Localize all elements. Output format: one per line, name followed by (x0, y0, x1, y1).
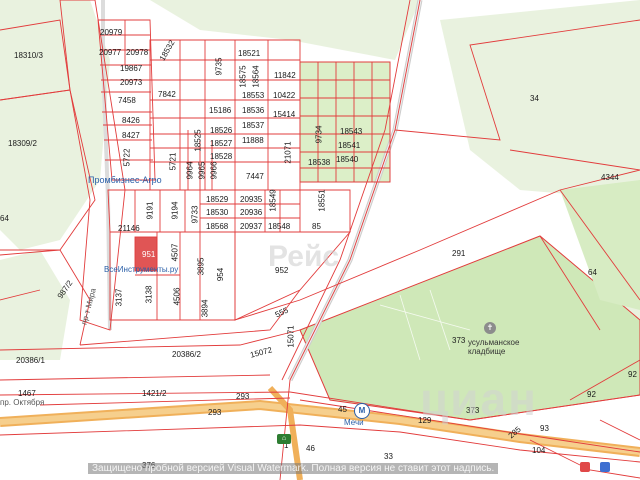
parcel-label: 7447 (246, 172, 264, 181)
parcel-label: 18540 (336, 155, 359, 164)
parcel-label: 9191 (145, 201, 155, 220)
parcel-label: 18538 (308, 158, 331, 167)
parcel-label: 20973 (120, 78, 143, 87)
parcel-label: 7842 (158, 90, 176, 99)
parcel-label: 92 (628, 370, 637, 379)
parcel-label: 1467 (18, 389, 36, 398)
parcel-label: 18549 (268, 189, 278, 212)
parcel-label: 104 (532, 446, 546, 455)
place-label-metro[interactable]: Мечи (344, 418, 364, 427)
parcel-label: 18564 (251, 65, 261, 88)
parcel-label: 34 (530, 94, 539, 103)
parcel-label: 4344 (601, 173, 619, 182)
watermark-footer: Защищено пробной версией Visual Watermar… (88, 463, 499, 474)
parcel-label: 18568 (206, 222, 229, 231)
place-label-cemetery[interactable]: усульманское кладбище (468, 338, 519, 356)
parcel-label: 20978 (126, 48, 149, 57)
parcel-label: 1421/2 (142, 389, 167, 398)
parcel-label: 20936 (240, 208, 263, 217)
parcel-label: 20977 (99, 48, 122, 57)
parcel-label: 4507 (170, 243, 180, 262)
parcel-label: 46 (306, 444, 315, 453)
parcel-label: 18543 (340, 127, 363, 136)
parcel-label: 951 (142, 250, 156, 259)
parcel-label: 20935 (240, 195, 263, 204)
parcel-label: 18528 (210, 152, 233, 161)
parcel-label: 10422 (273, 91, 296, 100)
watermark-big: циан (420, 373, 538, 425)
parcel-label: 4506 (172, 287, 182, 306)
parcel-label: 18536 (242, 106, 265, 115)
parcel-label: 3894 (200, 299, 210, 318)
parcel-label: 9735 (214, 57, 224, 76)
parcel-label: 5722 (122, 148, 132, 167)
parcel-label: 9733 (190, 205, 200, 224)
parcel-label: 3137 (114, 288, 124, 307)
parcel-label: 18529 (206, 195, 229, 204)
bus-stop-icon[interactable]: ⌂ (277, 434, 291, 444)
parcel-label: 954 (216, 267, 226, 282)
parcel-label: 293 (236, 392, 250, 401)
parcel-label: 291 (452, 249, 466, 258)
street-label-bottom: пр. Октября (0, 398, 45, 407)
parcel-label: 18527 (210, 139, 233, 148)
parcel-label: 20386/1 (16, 356, 45, 365)
parcel-label: 19867 (120, 64, 143, 73)
parcel-label: 15186 (209, 106, 232, 115)
parcel-label: 92 (587, 390, 596, 399)
parcel-label: 33 (384, 452, 393, 461)
red-marker-icon[interactable] (580, 462, 590, 472)
place-label-store[interactable]: ВсеИнструменты.ру (104, 265, 178, 274)
place-label-agro[interactable]: Промбизнес-Агро (88, 176, 162, 185)
parcel-label: 18537 (242, 121, 265, 130)
parcel-label: 18310/3 (14, 51, 43, 60)
parcel-label: 18575 (238, 65, 248, 88)
parcel-label: 20937 (240, 222, 263, 231)
parcel-label: 45 (338, 405, 347, 414)
metro-icon[interactable]: М (354, 403, 370, 419)
parcel-label: 9194 (170, 201, 180, 220)
parcel-label: 18548 (268, 222, 291, 231)
parcel-label: 9734 (314, 125, 324, 144)
parcel-label: 3138 (144, 285, 154, 304)
parcel-label: 3895 (196, 257, 206, 276)
parcel-label: 18309/2 (8, 139, 37, 148)
parcel-label: 15414 (273, 110, 296, 119)
parcel-label: 9966 (209, 161, 219, 180)
parcel-label: 18551 (317, 189, 327, 212)
parcel-label: 64 (588, 268, 597, 277)
parcel-label: 18530 (206, 208, 229, 217)
parcel-label: 18521 (238, 49, 261, 58)
parcel-label: 5721 (168, 152, 178, 171)
parcel-label: 15071 (286, 325, 296, 348)
parcel-label: 93 (540, 424, 549, 433)
parcel-label: 373 (452, 336, 466, 345)
parcel-label: 9964 (185, 161, 195, 180)
parcel-label: 18553 (242, 91, 265, 100)
parcel-label: 18541 (338, 141, 361, 150)
cemetery-pin-icon[interactable]: ✝ (484, 322, 496, 334)
parcel-label: 64 (0, 214, 9, 223)
parcel-label: 8426 (122, 116, 140, 125)
parcel-label: 11842 (274, 71, 296, 80)
parcel-label: 7458 (118, 96, 136, 105)
parcel-label: 18525 (193, 129, 203, 152)
watermark-mid: Рейс (268, 240, 340, 273)
parcel-label: 20386/2 (172, 350, 201, 359)
parcel-label: 9965 (197, 161, 207, 180)
parcel-label: 11888 (242, 136, 264, 145)
parcel-label: 21071 (283, 141, 293, 164)
parcel-label: 8427 (122, 131, 140, 140)
parcel-label: 18526 (210, 126, 233, 135)
parcel-label: 21146 (118, 224, 140, 233)
parcel-label: 20979 (100, 28, 123, 37)
parcel-label: 85 (312, 222, 321, 231)
blue-marker-icon[interactable] (600, 462, 610, 472)
parcel-label: 293 (208, 408, 222, 417)
